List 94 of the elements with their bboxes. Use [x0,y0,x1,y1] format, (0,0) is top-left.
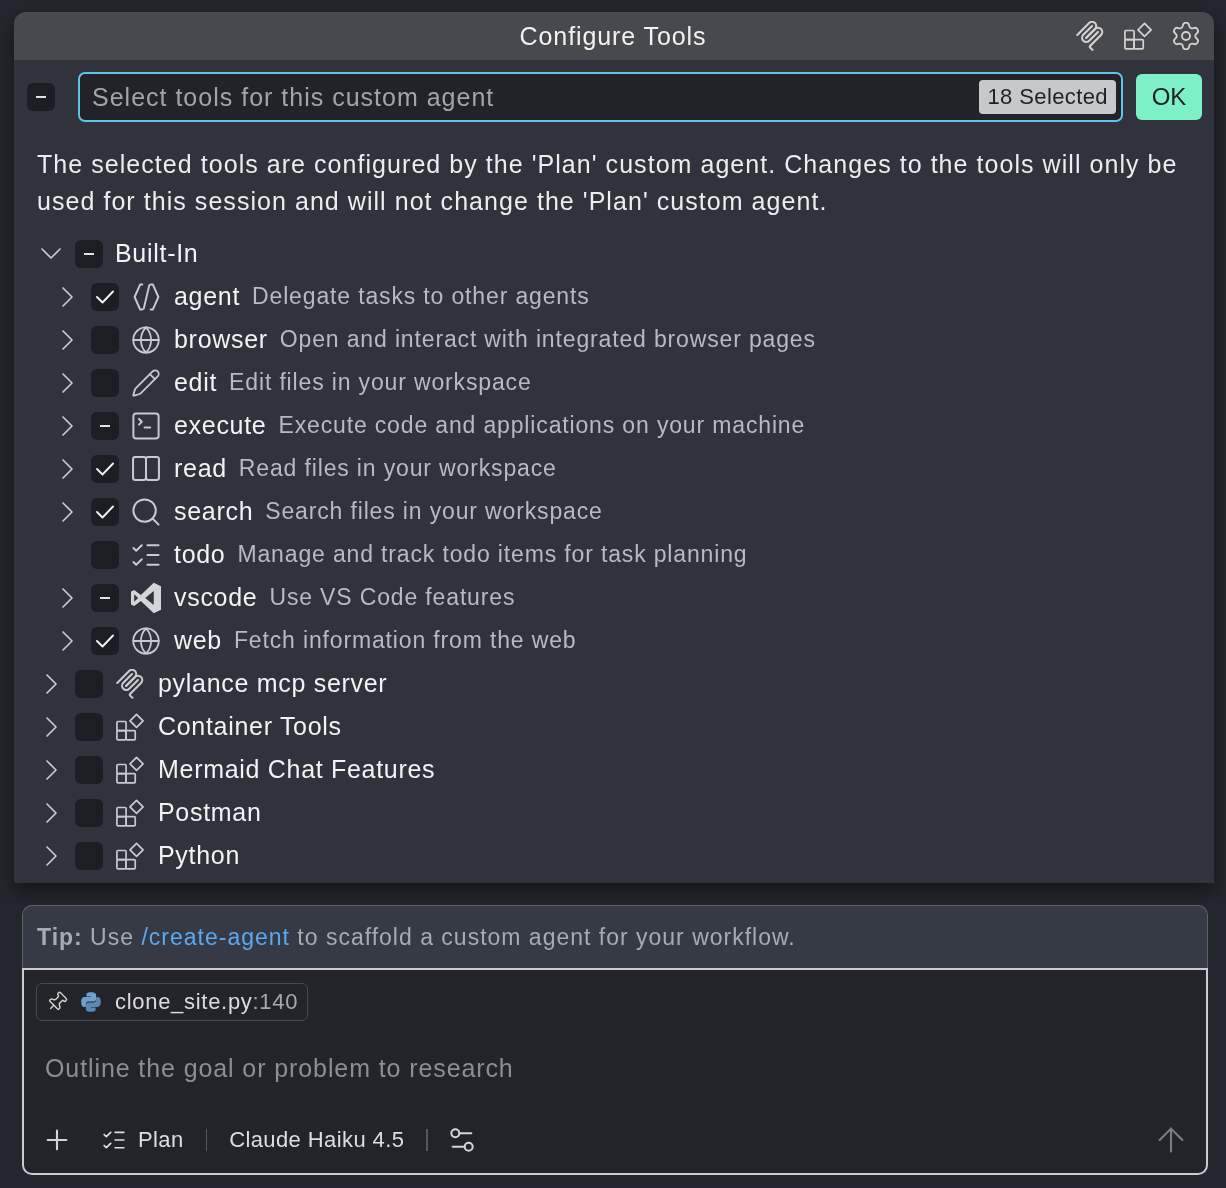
tool-name[interactable]: vscode [174,583,258,612]
checkbox[interactable] [91,497,119,526]
tree-group-label[interactable]: Mermaid Chat Features [158,755,436,784]
squiggle-icon[interactable] [1076,21,1104,51]
attachment-chip[interactable]: clone_site.py:140 [36,983,309,1021]
tool-name[interactable]: execute [174,411,267,440]
chevron-down-icon[interactable] [41,248,61,259]
tool-description: Open and interact with integrated browser pages [279,326,816,353]
chevron-right-icon[interactable] [61,501,73,522]
checkbox[interactable] [91,626,119,655]
tool-description: Search files in your workspace [265,498,603,525]
ok-button[interactable]: OK [1136,74,1202,120]
checkbox[interactable] [91,368,119,397]
selected-count: 18 Selected [979,80,1116,114]
tool-name[interactable]: web [174,626,222,655]
chat-input-field[interactable]: Outline the goal or problem to research [36,1052,1194,1084]
python-logo-icon [81,992,101,1012]
tool-description: Manage and track todo items for task planning [237,541,748,568]
tree-group-label[interactable]: pylance mcp server [158,669,388,698]
file-name: clone_site.py [115,989,253,1015]
chevron-right-icon[interactable] [61,630,73,651]
create-agent-link[interactable]: /create-agent [141,923,290,950]
chevron-right-icon[interactable] [45,716,57,737]
checkbox[interactable] [91,583,119,612]
window-title: Configure Tools [519,21,707,51]
blocks-icon [116,798,144,827]
checkbox[interactable] [91,325,119,354]
tip-text: Tip: Use /create-agent to scaffold a custom agent for your workflow. [37,923,796,951]
chevron-right-icon[interactable] [45,802,57,823]
checkbox[interactable] [75,239,103,268]
tool-description: Use VS Code features [269,584,516,611]
chevron-right-icon[interactable] [45,759,57,780]
chevron-right-icon[interactable] [45,673,57,694]
checkbox[interactable] [91,411,119,440]
mode-picker[interactable]: Plan [103,1127,184,1153]
line-number: :140 [252,989,299,1015]
terminal-icon [132,411,160,440]
checkbox[interactable] [75,841,103,870]
blocks-icon [116,841,144,870]
check-icon [96,289,114,304]
checkbox[interactable] [75,712,103,741]
dash-icon [84,252,94,255]
blocks-icon [116,755,144,784]
chevron-right-icon[interactable] [45,845,57,866]
tool-description: Edit files in your workspace [229,369,532,396]
pencil-icon [132,368,160,397]
sliders-icon[interactable] [449,1128,474,1152]
globe-icon [132,626,160,655]
search-icon [132,497,160,526]
checklist-icon [103,1129,125,1151]
description-text: The selected tools are configured by the 'Plan' custom agent. Changes to the tools will only be used for this session and will not change the 'Plan' custom agent. [37,149,1179,217]
chevron-right-icon[interactable] [61,286,73,307]
checkbox[interactable] [75,755,103,784]
chevron-right-icon[interactable] [61,587,73,608]
plus-icon[interactable] [45,1128,69,1152]
squiggle-icon [116,668,144,699]
tree-group-label[interactable]: Postman [158,798,262,827]
checkbox[interactable] [91,454,119,483]
blocks-icon[interactable] [1124,22,1152,50]
model-picker[interactable]: Claude Haiku 4.5 [229,1127,405,1153]
tree-group-label[interactable]: Container Tools [158,712,342,741]
chevron-right-icon[interactable] [61,415,73,436]
chevron-right-icon[interactable] [61,458,73,479]
checkbox[interactable] [27,83,55,111]
tool-name[interactable]: edit [174,368,218,397]
tool-description: Read files in your workspace [238,455,557,482]
dash-icon [100,596,110,599]
blocks-icon [116,712,144,741]
tree-group-label[interactable]: Built-In [115,239,199,268]
tool-description: Execute code and applications on your machine [278,412,806,439]
checkbox[interactable] [75,798,103,827]
check-icon [96,504,114,519]
tool-description: Delegate tasks to other agents [252,283,590,310]
check-icon [96,461,114,476]
dash-icon [100,424,110,427]
dash-icon [36,96,46,98]
code-brackets-icon [132,282,160,311]
tool-name[interactable]: todo [174,540,226,569]
tool-name[interactable]: read [174,454,227,483]
settings-icon[interactable] [1172,22,1200,50]
checkbox[interactable] [91,540,119,569]
chevron-right-icon[interactable] [61,329,73,350]
checkbox[interactable] [91,282,119,311]
chevron-right-icon[interactable] [61,372,73,393]
check-icon [96,633,114,648]
app-logo-icon [131,581,161,614]
columns-icon [132,456,160,481]
tool-name[interactable]: browser [174,325,268,354]
checkbox[interactable] [75,669,103,698]
globe-icon [132,325,160,354]
tree-group-label[interactable]: Python [158,841,241,870]
tool-name[interactable]: agent [174,282,241,311]
tool-description: Fetch information from the web [233,627,577,654]
tool-name[interactable]: search [174,497,254,526]
